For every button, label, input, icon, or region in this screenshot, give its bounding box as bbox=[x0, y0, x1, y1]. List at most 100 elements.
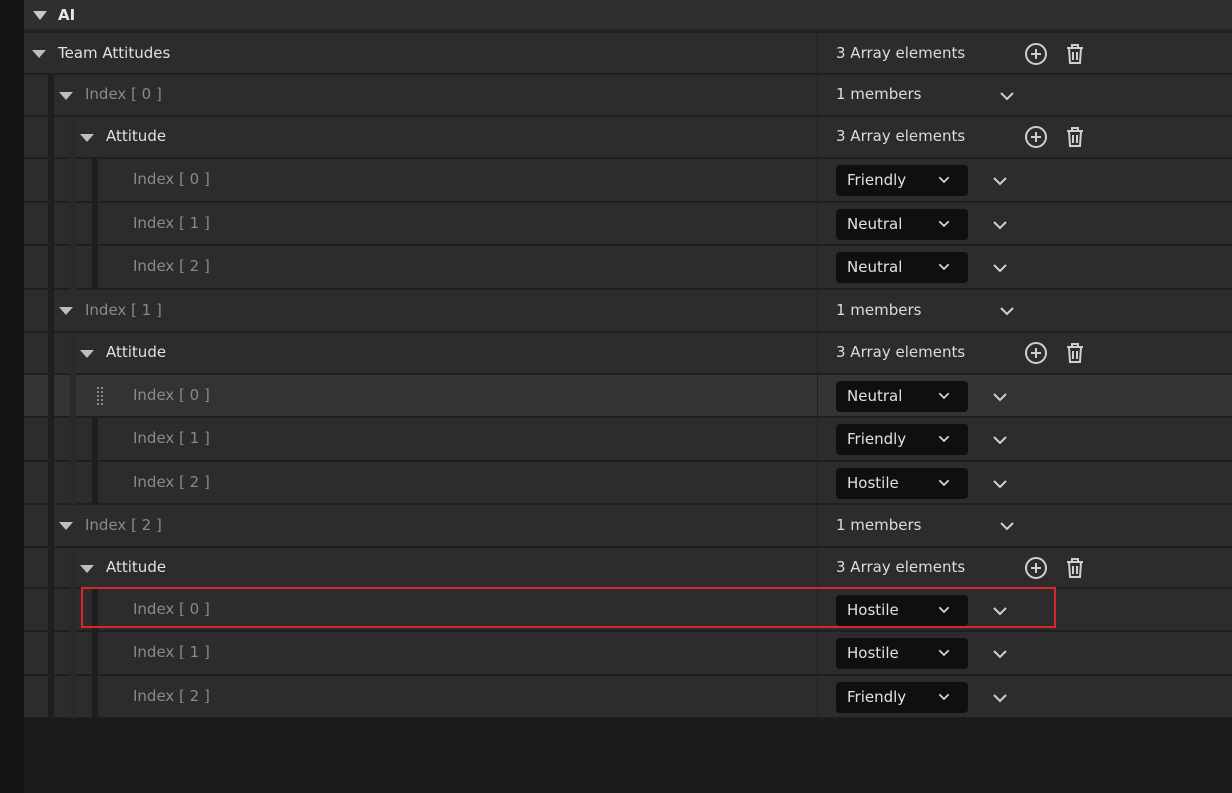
empty-panel-area bbox=[24, 718, 1232, 793]
chevron-down-icon[interactable] bbox=[988, 686, 1012, 710]
indent-guide bbox=[48, 462, 54, 505]
expand-triangle-icon[interactable] bbox=[59, 307, 73, 315]
indent-guide bbox=[70, 632, 76, 676]
indent-guide bbox=[92, 462, 98, 505]
attitude-combo[interactable]: Neutral bbox=[836, 252, 968, 283]
chevron-down-icon bbox=[938, 649, 950, 657]
attitude-combo[interactable]: Hostile bbox=[836, 638, 968, 669]
expand-triangle-icon[interactable] bbox=[80, 134, 94, 142]
attitude-entry-row: Index [ 2 ] Hostile bbox=[24, 462, 1232, 505]
category-label: AI bbox=[58, 6, 76, 24]
combo-value: Hostile bbox=[847, 474, 899, 492]
expand-triangle-icon[interactable] bbox=[59, 92, 73, 100]
entry-index-label: Index [ 2 ] bbox=[133, 257, 210, 275]
name-column: Team Attitudes bbox=[24, 33, 817, 73]
indent-guide bbox=[70, 462, 76, 505]
attitude-entry-row: Index [ 1 ] Neutral bbox=[24, 203, 1232, 246]
indent-guide bbox=[70, 375, 76, 418]
array-count-text: 3 Array elements bbox=[836, 127, 966, 145]
attitude-entry-row: Index [ 0 ] Friendly bbox=[24, 159, 1232, 203]
attitude-combo[interactable]: Friendly bbox=[836, 682, 968, 713]
attitude-combo[interactable]: Friendly bbox=[836, 165, 968, 196]
value-column: 1 members bbox=[817, 505, 1232, 546]
value-column: Friendly bbox=[817, 159, 1232, 201]
members-text: 1 members bbox=[836, 301, 922, 319]
chevron-down-icon[interactable] bbox=[995, 514, 1019, 538]
chevron-down-icon[interactable] bbox=[995, 299, 1019, 323]
expand-triangle-icon[interactable] bbox=[32, 50, 46, 58]
indent-guide bbox=[70, 203, 76, 246]
expand-triangle-icon[interactable] bbox=[59, 522, 73, 530]
value-column: 1 members bbox=[817, 290, 1232, 331]
indent-guide bbox=[48, 676, 54, 719]
indent-guide bbox=[70, 589, 76, 632]
value-column: 1 members bbox=[817, 75, 1232, 115]
members-text: 1 members bbox=[836, 516, 922, 534]
attitude-combo[interactable]: Hostile bbox=[836, 595, 968, 626]
chevron-down-icon bbox=[938, 479, 950, 487]
drag-handle-icon[interactable] bbox=[97, 387, 105, 405]
name-column: Index [ 2 ] bbox=[24, 676, 817, 719]
attitude-row: Attitude 3 Array elements bbox=[24, 117, 1232, 159]
chevron-down-icon[interactable] bbox=[988, 169, 1012, 193]
attitude-entry-row: Index [ 2 ] Friendly bbox=[24, 676, 1232, 719]
add-element-icon[interactable] bbox=[1024, 341, 1048, 365]
expand-triangle-icon[interactable] bbox=[80, 565, 94, 573]
array-count-text: 3 Array elements bbox=[836, 44, 966, 62]
name-column: Index [ 0 ] bbox=[24, 589, 817, 632]
chevron-down-icon bbox=[938, 606, 950, 614]
combo-value: Neutral bbox=[847, 258, 903, 276]
details-panel: AI Team Attitudes 3 Array elements Index… bbox=[24, 0, 1232, 719]
entry-index-label: Index [ 2 ] bbox=[133, 687, 210, 705]
chevron-down-icon bbox=[938, 435, 950, 443]
indent-guide bbox=[70, 159, 76, 203]
attitude-label: Attitude bbox=[106, 127, 167, 145]
indent-guide bbox=[48, 203, 54, 246]
attitude-combo[interactable]: Hostile bbox=[836, 468, 968, 499]
chevron-down-icon[interactable] bbox=[988, 428, 1012, 452]
entry-index-label: Index [ 0 ] bbox=[133, 386, 210, 404]
indent-guide bbox=[48, 333, 54, 375]
chevron-down-icon[interactable] bbox=[988, 472, 1012, 496]
chevron-down-icon[interactable] bbox=[988, 256, 1012, 280]
value-column: Neutral bbox=[817, 246, 1232, 288]
combo-value: Hostile bbox=[847, 644, 899, 662]
attitude-combo[interactable]: Friendly bbox=[836, 424, 968, 455]
chevron-down-icon bbox=[938, 220, 950, 228]
indent-guide bbox=[48, 159, 54, 203]
indent-guide bbox=[48, 75, 54, 117]
attitude-combo[interactable]: Neutral bbox=[836, 381, 968, 412]
name-column: Index [ 0 ] bbox=[24, 159, 817, 203]
indent-guide bbox=[70, 418, 76, 462]
combo-value: Neutral bbox=[847, 215, 903, 233]
value-column: Hostile bbox=[817, 462, 1232, 503]
name-column: Index [ 2 ] bbox=[24, 505, 817, 548]
chevron-down-icon[interactable] bbox=[988, 385, 1012, 409]
indent-guide bbox=[70, 246, 76, 290]
team-index-1-row: Index [ 1 ] 1 members bbox=[24, 290, 1232, 333]
delete-all-icon[interactable] bbox=[1063, 125, 1087, 149]
delete-all-icon[interactable] bbox=[1063, 341, 1087, 365]
array-count-text: 3 Array elements bbox=[836, 343, 966, 361]
collapse-triangle-icon[interactable] bbox=[33, 11, 47, 20]
delete-all-icon[interactable] bbox=[1063, 556, 1087, 580]
indent-guide bbox=[48, 375, 54, 418]
attitude-combo[interactable]: Neutral bbox=[836, 209, 968, 240]
combo-value: Friendly bbox=[847, 430, 907, 448]
add-element-icon[interactable] bbox=[1024, 125, 1048, 149]
category-header-ai[interactable]: AI bbox=[24, 0, 1232, 31]
chevron-down-icon[interactable] bbox=[988, 599, 1012, 623]
add-element-icon[interactable] bbox=[1024, 42, 1048, 66]
value-column: 3 Array elements bbox=[817, 33, 1232, 73]
chevron-down-icon[interactable] bbox=[988, 213, 1012, 237]
chevron-down-icon[interactable] bbox=[988, 642, 1012, 666]
attitude-row: Attitude 3 Array elements bbox=[24, 333, 1232, 375]
name-column: Index [ 1 ] bbox=[24, 418, 817, 462]
expand-triangle-icon[interactable] bbox=[80, 350, 94, 358]
delete-all-icon[interactable] bbox=[1063, 42, 1087, 66]
add-element-icon[interactable] bbox=[1024, 556, 1048, 580]
chevron-down-icon[interactable] bbox=[995, 84, 1019, 108]
value-column: 3 Array elements bbox=[817, 117, 1232, 157]
indent-guide bbox=[48, 418, 54, 462]
name-column: Index [ 2 ] bbox=[24, 246, 817, 290]
